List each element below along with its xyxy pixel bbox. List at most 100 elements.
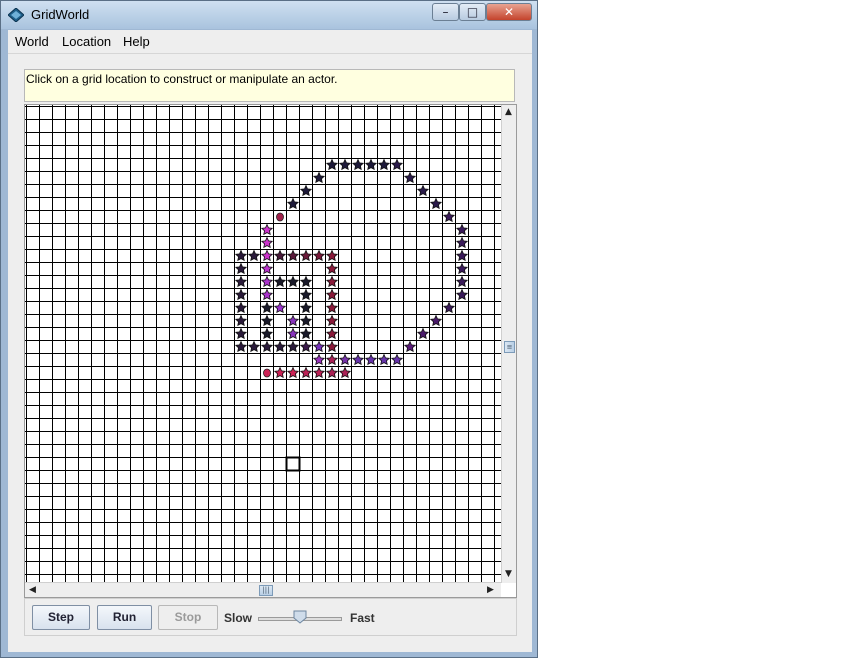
flower-actor-icon[interactable] (455, 262, 469, 275)
flower-actor-icon[interactable] (247, 249, 261, 262)
flower-actor-icon[interactable] (273, 249, 287, 262)
flower-actor-icon[interactable] (325, 353, 339, 366)
flower-actor-icon[interactable] (299, 327, 313, 340)
flower-actor-icon[interactable] (273, 340, 287, 353)
flower-actor-icon[interactable] (312, 366, 326, 379)
scroll-left-icon[interactable]: ◀ (29, 585, 36, 595)
flower-actor-icon[interactable] (325, 275, 339, 288)
flower-actor-icon[interactable] (442, 210, 456, 223)
run-button[interactable]: Run (97, 605, 152, 630)
flower-actor-icon[interactable] (234, 249, 248, 262)
flower-actor-icon[interactable] (234, 288, 248, 301)
flower-actor-icon[interactable] (312, 340, 326, 353)
flower-actor-icon[interactable] (299, 184, 313, 197)
flower-actor-icon[interactable] (338, 158, 352, 171)
flower-actor-icon[interactable] (455, 223, 469, 236)
vertical-scroll-thumb[interactable]: ≡ (504, 341, 515, 353)
bug-actor-icon[interactable] (276, 212, 284, 222)
flower-actor-icon[interactable] (325, 340, 339, 353)
flower-actor-icon[interactable] (325, 262, 339, 275)
flower-actor-icon[interactable] (234, 262, 248, 275)
flower-actor-icon[interactable] (455, 288, 469, 301)
flower-actor-icon[interactable] (286, 366, 300, 379)
flower-actor-icon[interactable] (234, 275, 248, 288)
flower-actor-icon[interactable] (338, 366, 352, 379)
minimize-button[interactable]: – (432, 3, 459, 21)
flower-actor-icon[interactable] (416, 327, 430, 340)
flower-actor-icon[interactable] (390, 158, 404, 171)
flower-actor-icon[interactable] (273, 301, 287, 314)
scroll-up-icon[interactable]: ▲ (505, 107, 512, 117)
flower-actor-icon[interactable] (312, 249, 326, 262)
flower-actor-icon[interactable] (299, 340, 313, 353)
flower-actor-icon[interactable] (286, 275, 300, 288)
step-button[interactable]: Step (32, 605, 90, 630)
menu-world[interactable]: World (15, 34, 49, 49)
flower-actor-icon[interactable] (442, 301, 456, 314)
flower-actor-icon[interactable] (260, 301, 274, 314)
flower-actor-icon[interactable] (273, 366, 287, 379)
flower-actor-icon[interactable] (455, 236, 469, 249)
flower-actor-icon[interactable] (390, 353, 404, 366)
horizontal-scroll-thumb[interactable]: ||| (259, 585, 273, 596)
flower-actor-icon[interactable] (299, 314, 313, 327)
flower-actor-icon[interactable] (234, 314, 248, 327)
flower-actor-icon[interactable] (377, 353, 391, 366)
menu-location[interactable]: Location (62, 34, 111, 49)
flower-actor-icon[interactable] (260, 249, 274, 262)
flower-actor-icon[interactable] (299, 301, 313, 314)
flower-actor-icon[interactable] (299, 366, 313, 379)
flower-actor-icon[interactable] (260, 223, 274, 236)
flower-actor-icon[interactable] (325, 301, 339, 314)
bug-actor-icon[interactable] (263, 368, 271, 378)
flower-actor-icon[interactable] (260, 275, 274, 288)
flower-actor-icon[interactable] (325, 327, 339, 340)
flower-actor-icon[interactable] (260, 340, 274, 353)
flower-actor-icon[interactable] (234, 327, 248, 340)
flower-actor-icon[interactable] (286, 327, 300, 340)
flower-actor-icon[interactable] (286, 197, 300, 210)
menu-help[interactable]: Help (123, 34, 150, 49)
flower-actor-icon[interactable] (286, 340, 300, 353)
horizontal-scrollbar[interactable]: ◀ ||| ▶ (25, 582, 501, 597)
flower-actor-icon[interactable] (325, 249, 339, 262)
flower-actor-icon[interactable] (260, 314, 274, 327)
flower-actor-icon[interactable] (416, 184, 430, 197)
flower-actor-icon[interactable] (260, 327, 274, 340)
close-button[interactable]: ✕ (486, 3, 532, 21)
flower-actor-icon[interactable] (286, 314, 300, 327)
flower-actor-icon[interactable] (403, 340, 417, 353)
flower-actor-icon[interactable] (351, 353, 365, 366)
flower-actor-icon[interactable] (403, 171, 417, 184)
stop-button[interactable]: Stop (158, 605, 218, 630)
flower-actor-icon[interactable] (364, 353, 378, 366)
flower-actor-icon[interactable] (234, 340, 248, 353)
flower-actor-icon[interactable] (455, 249, 469, 262)
flower-actor-icon[interactable] (286, 249, 300, 262)
flower-actor-icon[interactable] (299, 249, 313, 262)
flower-actor-icon[interactable] (299, 288, 313, 301)
flower-actor-icon[interactable] (455, 275, 469, 288)
flower-actor-icon[interactable] (338, 353, 352, 366)
title-bar[interactable]: GridWorld – □ ✕ (1, 1, 537, 29)
flower-actor-icon[interactable] (247, 340, 261, 353)
flower-actor-icon[interactable] (325, 288, 339, 301)
flower-actor-icon[interactable] (351, 158, 365, 171)
flower-actor-icon[interactable] (312, 171, 326, 184)
flower-actor-icon[interactable] (260, 288, 274, 301)
flower-actor-icon[interactable] (260, 262, 274, 275)
flower-actor-icon[interactable] (299, 275, 313, 288)
scroll-down-icon[interactable]: ▼ (505, 569, 512, 579)
flower-actor-icon[interactable] (325, 314, 339, 327)
vertical-scrollbar[interactable]: ▲ ≡ ▼ (501, 105, 516, 583)
flower-actor-icon[interactable] (325, 158, 339, 171)
flower-actor-icon[interactable] (364, 158, 378, 171)
flower-actor-icon[interactable] (325, 366, 339, 379)
maximize-button[interactable]: □ (459, 3, 486, 21)
world-grid[interactable] (25, 105, 501, 583)
flower-actor-icon[interactable] (377, 158, 391, 171)
flower-actor-icon[interactable] (429, 314, 443, 327)
flower-actor-icon[interactable] (312, 353, 326, 366)
flower-actor-icon[interactable] (260, 236, 274, 249)
flower-actor-icon[interactable] (234, 301, 248, 314)
